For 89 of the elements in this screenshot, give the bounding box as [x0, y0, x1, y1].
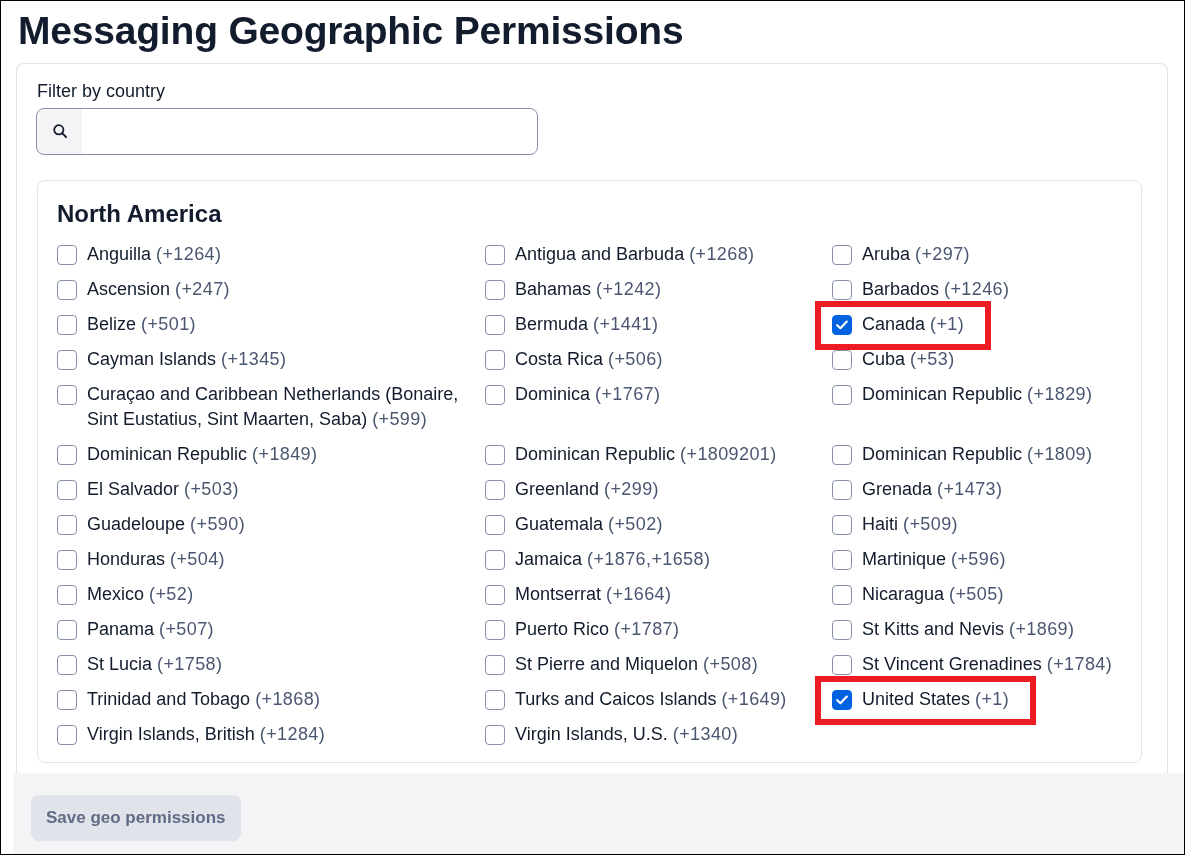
country-label: El Salvador (+503)	[87, 478, 239, 501]
country-label: Antigua and Barbuda (+1268)	[515, 243, 755, 266]
checkbox[interactable]	[832, 654, 852, 675]
checkbox[interactable]	[485, 689, 505, 710]
country-label: United States (+1)	[862, 688, 1010, 711]
country-label: Martinique (+596)	[862, 548, 1006, 571]
country-label: Cuba (+53)	[862, 348, 955, 371]
country-label: Bahamas (+1242)	[515, 278, 662, 301]
country-label: Costa Rica (+506)	[515, 348, 663, 371]
country-label: Jamaica (+1876,+1658)	[515, 548, 711, 571]
checkbox[interactable]	[485, 384, 505, 405]
country-label: Panama (+507)	[87, 618, 214, 641]
checkbox[interactable]	[832, 244, 852, 265]
checkbox[interactable]	[485, 584, 505, 605]
country-label: Dominican Republic (+1849)	[87, 443, 318, 466]
country-label: St Pierre and Miquelon (+508)	[515, 653, 759, 676]
checkbox[interactable]	[485, 479, 505, 500]
country-label: Dominican Republic (+1829)	[862, 383, 1093, 406]
checkbox[interactable]	[57, 444, 77, 465]
checkbox[interactable]	[832, 279, 852, 300]
checkbox[interactable]	[832, 514, 852, 535]
checkbox[interactable]	[57, 549, 77, 570]
country-label: Cayman Islands (+1345)	[87, 348, 287, 371]
country-label: Montserrat (+1664)	[515, 583, 672, 606]
checkbox[interactable]	[57, 514, 77, 535]
checkbox[interactable]	[57, 619, 77, 640]
checkbox[interactable]	[832, 479, 852, 500]
checkbox[interactable]	[485, 314, 505, 335]
country-label: Dominican Republic (+1809)	[862, 443, 1093, 466]
page-title: Messaging Geographic Permissions	[18, 8, 685, 54]
country-label: Dominican Republic (+1809201)	[515, 443, 777, 466]
country-label: Nicaragua (+505)	[862, 583, 1004, 606]
checkbox[interactable]	[57, 689, 77, 710]
country-label: Honduras (+504)	[87, 548, 225, 571]
check-icon	[836, 694, 848, 705]
country-label: St Vincent Grenadines (+1784)	[862, 653, 1113, 676]
country-label: Grenada (+1473)	[862, 478, 1003, 501]
country-label: Belize (+501)	[87, 313, 196, 336]
checkbox[interactable]	[57, 314, 77, 335]
country-label: Guadeloupe (+590)	[87, 513, 246, 536]
checkbox[interactable]	[57, 584, 77, 605]
country-label: Bermuda (+1441)	[515, 313, 659, 336]
checkbox[interactable]	[485, 349, 505, 370]
checkbox[interactable]	[832, 549, 852, 570]
country-label: Virgin Islands, British (+1284)	[87, 723, 326, 746]
search-field[interactable]	[36, 108, 538, 155]
country-label: Canada (+1)	[862, 313, 965, 336]
country-label: St Lucia (+1758)	[87, 653, 223, 676]
country-label: Barbados (+1246)	[862, 278, 1010, 301]
country-label: Puerto Rico (+1787)	[515, 618, 680, 641]
country-label: Ascension (+247)	[87, 278, 230, 301]
country-label: Mexico (+52)	[87, 583, 194, 606]
country-label: Trinidad and Tobago (+1868)	[87, 688, 321, 711]
checkbox[interactable]	[485, 244, 505, 265]
country-label: St Kitts and Nevis (+1869)	[862, 618, 1075, 641]
country-label: Haiti (+509)	[862, 513, 958, 536]
check-icon	[836, 319, 848, 330]
country-label: Curaçao and Caribbean Netherlands (Bonaire, Sint Eustatius, Sint Maarten, Saba) (+599)	[87, 383, 460, 431]
country-label: Guatemala (+502)	[515, 513, 663, 536]
checkbox[interactable]	[485, 444, 505, 465]
checkbox[interactable]	[57, 724, 77, 745]
filter-label: Filter by country	[37, 80, 167, 102]
checkbox[interactable]	[485, 279, 505, 300]
country-label: Greenland (+299)	[515, 478, 659, 501]
checkbox[interactable]	[57, 244, 77, 265]
checkbox[interactable]	[832, 444, 852, 465]
country-label: Turks and Caicos Islands (+1649)	[515, 688, 787, 711]
checkbox[interactable]	[832, 619, 852, 640]
checkbox[interactable]	[57, 349, 77, 370]
checkbox[interactable]	[485, 619, 505, 640]
checkbox[interactable]	[57, 479, 77, 500]
checkbox[interactable]	[57, 279, 77, 300]
region-heading: North America	[57, 199, 223, 229]
checkbox[interactable]	[832, 349, 852, 370]
search-icon	[53, 124, 67, 138]
country-label: Aruba (+297)	[862, 243, 970, 266]
checkbox[interactable]	[832, 584, 852, 605]
checkbox[interactable]	[57, 654, 77, 675]
checkbox[interactable]	[832, 384, 852, 405]
checkbox[interactable]	[485, 514, 505, 535]
checkbox[interactable]	[832, 689, 852, 710]
country-label: Virgin Islands, U.S. (+1340)	[515, 723, 739, 746]
checkbox[interactable]	[832, 314, 852, 335]
checkbox[interactable]	[485, 724, 505, 745]
country-label: Anguilla (+1264)	[87, 243, 222, 266]
country-label: Dominica (+1767)	[515, 383, 661, 406]
checkbox[interactable]	[485, 549, 505, 570]
checkbox[interactable]	[485, 654, 505, 675]
checkbox[interactable]	[57, 384, 77, 405]
